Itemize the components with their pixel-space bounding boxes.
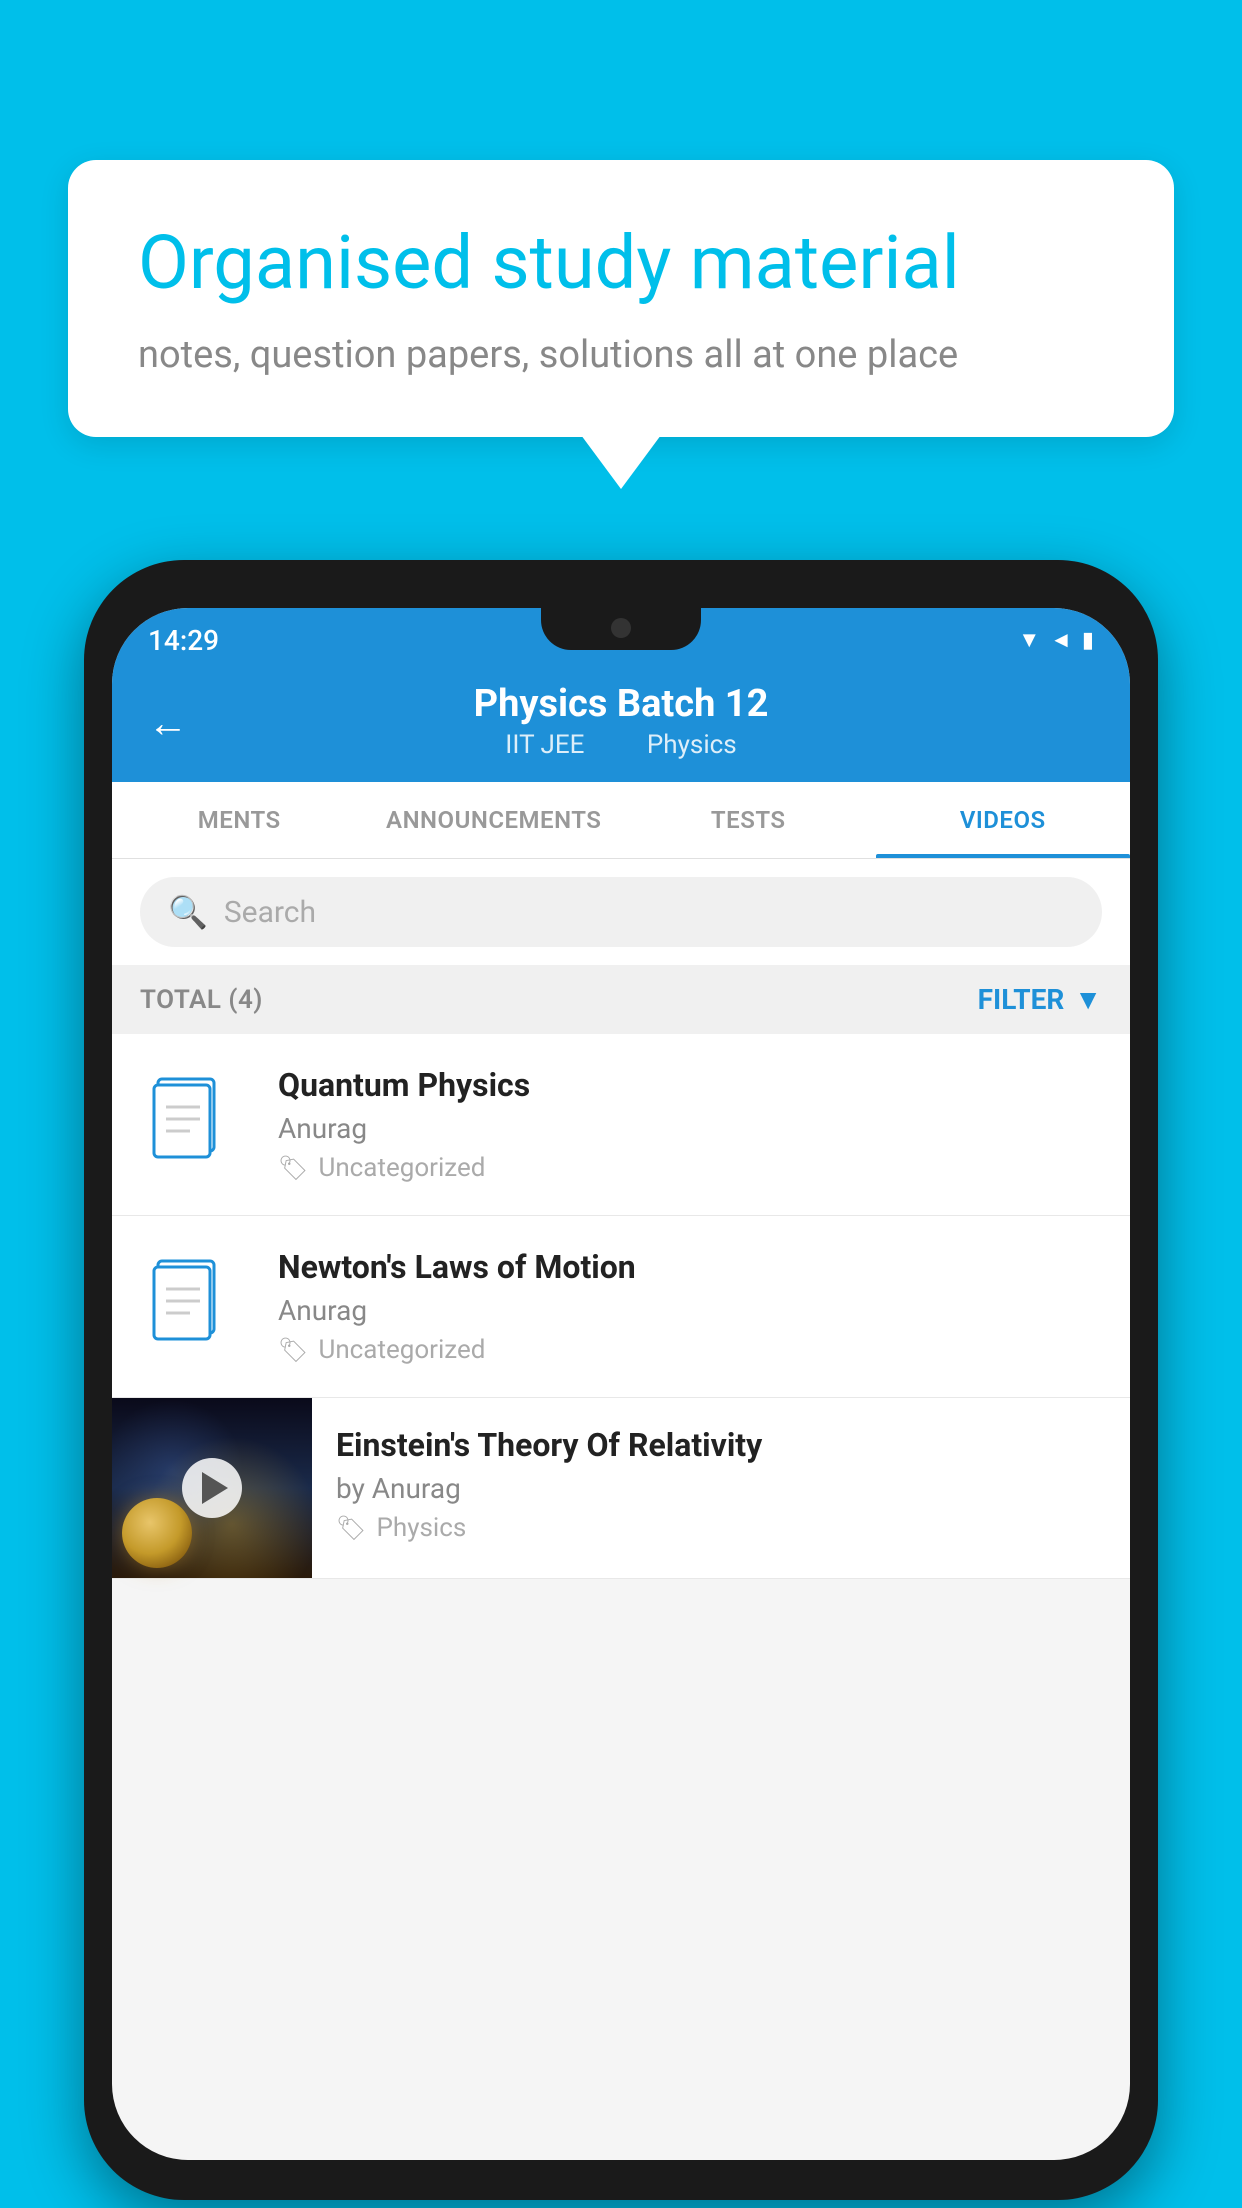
play-button[interactable] [182, 1458, 242, 1518]
video-info: Einstein's Theory Of Relativity by Anura… [312, 1398, 1130, 1571]
header-subtitle-iit: IIT JEE [505, 730, 584, 760]
search-container: 🔍 Search [112, 859, 1130, 965]
video-title: Einstein's Theory Of Relativity [336, 1426, 1106, 1464]
filter-button[interactable]: FILTER ▼ [978, 983, 1102, 1016]
video-tag: 🏷 Uncategorized [278, 1153, 1102, 1183]
header-title: Physics Batch 12 [148, 682, 1094, 726]
video-title: Quantum Physics [278, 1066, 1102, 1104]
tab-tests[interactable]: TESTS [621, 782, 876, 858]
front-camera [611, 618, 631, 638]
filter-icon: ▼ [1074, 983, 1102, 1016]
back-button[interactable]: ← [148, 700, 188, 747]
signal-icon: ◄ [1050, 627, 1072, 653]
phone-screen: 14:29 ▼ ◄ ▮ ← Physics Batch 12 IIT JEE P… [112, 608, 1130, 2160]
tag-label: Uncategorized [318, 1335, 485, 1365]
tab-videos[interactable]: VIDEOS [876, 782, 1131, 858]
tag-label: Physics [376, 1513, 466, 1543]
list-item[interactable]: Quantum Physics Anurag 🏷 Uncategorized [112, 1034, 1130, 1216]
tag-icon: 🏷 [336, 1514, 366, 1542]
phone-frame: 14:29 ▼ ◄ ▮ ← Physics Batch 12 IIT JEE P… [84, 560, 1158, 2200]
video-author: Anurag [278, 1294, 1102, 1327]
video-author: by Anurag [336, 1472, 1106, 1505]
filter-label: FILTER [978, 983, 1065, 1016]
video-thumbnail [140, 1252, 250, 1362]
play-icon [202, 1472, 228, 1504]
video-info: Newton's Laws of Motion Anurag 🏷 Uncateg… [278, 1248, 1102, 1365]
tab-ments[interactable]: MENTS [112, 782, 367, 858]
header-subtitle: IIT JEE Physics [148, 730, 1094, 760]
notch [541, 608, 701, 650]
tab-announcements[interactable]: ANNOUNCEMENTS [367, 782, 622, 858]
bubble-subtitle: notes, question papers, solutions all at… [138, 333, 1104, 377]
list-item[interactable]: Newton's Laws of Motion Anurag 🏷 Uncateg… [112, 1216, 1130, 1398]
speech-bubble-container: Organised study material notes, question… [68, 160, 1174, 437]
search-placeholder: Search [224, 895, 316, 930]
video-tag: 🏷 Physics [336, 1513, 1106, 1543]
header-subtitle-physics: Physics [647, 730, 737, 760]
video-author: Anurag [278, 1112, 1102, 1145]
einstein-thumbnail [112, 1398, 312, 1578]
speech-bubble: Organised study material notes, question… [68, 160, 1174, 437]
tabs-bar: MENTS ANNOUNCEMENTS TESTS VIDEOS [112, 782, 1130, 859]
filter-bar: TOTAL (4) FILTER ▼ [112, 965, 1130, 1034]
file-icon [150, 1075, 240, 1175]
wifi-icon: ▼ [1018, 627, 1040, 653]
search-bar[interactable]: 🔍 Search [140, 877, 1102, 947]
status-icons: ▼ ◄ ▮ [1018, 627, 1094, 653]
bubble-title: Organised study material [138, 220, 1104, 309]
battery-icon: ▮ [1082, 628, 1094, 653]
video-title: Newton's Laws of Motion [278, 1248, 1102, 1286]
file-icon [150, 1257, 240, 1357]
planet-visual [122, 1498, 192, 1568]
tag-label: Uncategorized [318, 1153, 485, 1183]
video-list: Quantum Physics Anurag 🏷 Uncategorized [112, 1034, 1130, 1579]
video-thumbnail [140, 1070, 250, 1180]
total-count: TOTAL (4) [140, 985, 263, 1015]
tag-icon: 🏷 [278, 1336, 308, 1364]
video-tag: 🏷 Uncategorized [278, 1335, 1102, 1365]
search-icon: 🔍 [168, 893, 208, 931]
status-time: 14:29 [148, 624, 219, 657]
tag-icon: 🏷 [278, 1154, 308, 1182]
video-info: Quantum Physics Anurag 🏷 Uncategorized [278, 1066, 1102, 1183]
app-header: ← Physics Batch 12 IIT JEE Physics [112, 664, 1130, 782]
list-item[interactable]: Einstein's Theory Of Relativity by Anura… [112, 1398, 1130, 1579]
